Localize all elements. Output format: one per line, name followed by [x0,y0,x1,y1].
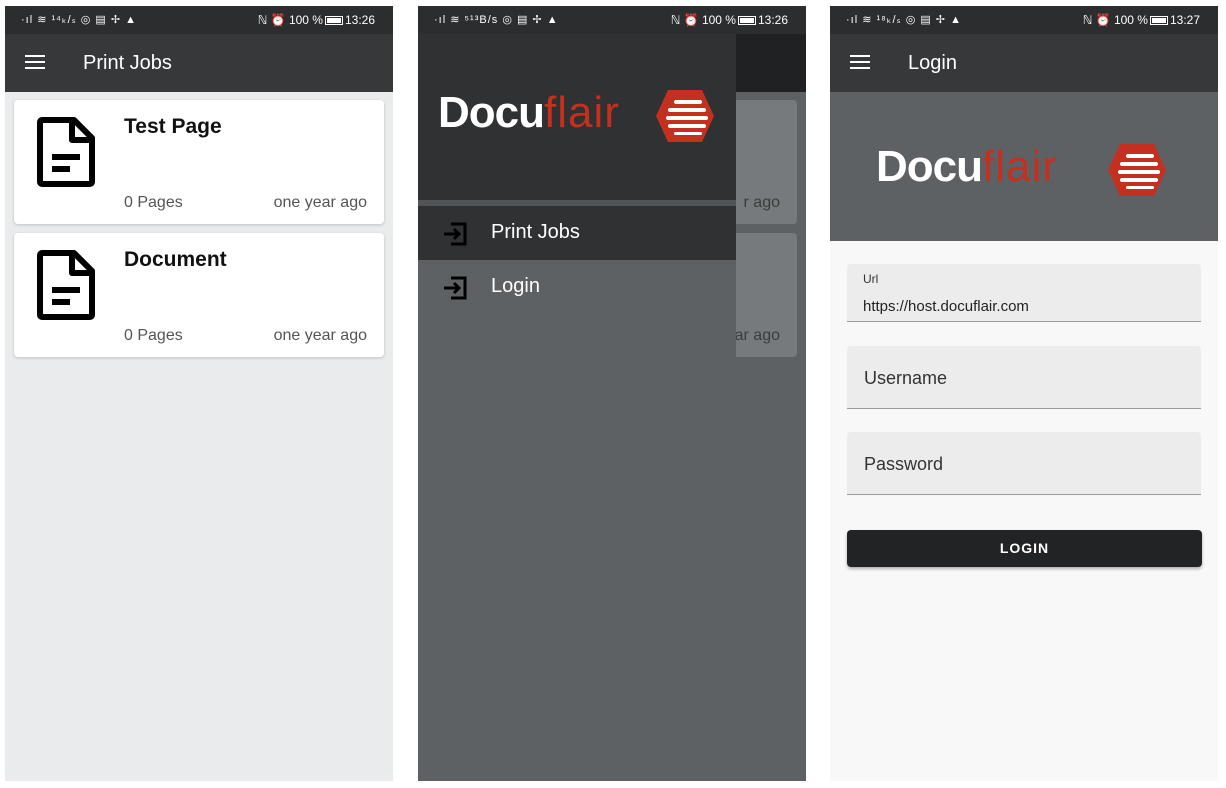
job-pages: 0 Pages [124,194,183,211]
status-right: ℕ ⏰ 100 % 13:26 [258,13,375,27]
login-arrow-icon [444,276,467,300]
login-arrow-icon [444,222,467,246]
scrim-card-time: ar ago [734,327,780,344]
status-indicators: ℕ ⏰ 100 % [1082,13,1148,27]
job-time: one year ago [273,327,367,344]
logo-text-docu: Docu [876,142,983,191]
hamburger-icon[interactable] [850,55,870,71]
status-icons: ·ıl ≋ ¹⁴ₖ/ₛ ◎ ▤ ✢ ▲ [21,14,138,26]
drawer-header: Docuflair [418,34,736,200]
battery-icon [737,16,756,25]
drawer-item-print-jobs[interactable]: Print Jobs [418,206,736,260]
print-job-card[interactable]: Test Page 0 Pages one year ago [14,100,384,224]
status-time: 13:26 [757,13,788,27]
logo-text-docu: Docu [438,88,545,137]
logo-text-flair: flair [544,88,620,137]
print-job-card[interactable]: Document 0 Pages one year ago [14,233,384,357]
status-icons: ·ıl ≋ ¹⁸ₖ/ₛ ◎ ▤ ✢ ▲ [846,14,962,26]
page-title: Print Jobs [83,52,172,74]
login-button[interactable]: LOGIN [847,530,1202,567]
page-title: Login [908,52,957,74]
docuflair-logo: Docuflair [876,142,1058,192]
job-pages: 0 Pages [124,327,183,344]
username-placeholder: Username [864,368,948,388]
document-icon [37,250,95,320]
status-bar: ·ıl ≋ ¹⁴ₖ/ₛ ◎ ▤ ✢ ▲ ℕ ⏰ 100 % 13:26 [5,6,393,34]
status-right: ℕ ⏰ 100 % 13:27 [1083,13,1200,27]
login-header: Docuflair [830,92,1218,241]
print-jobs-screen: ·ıl ≋ ¹⁴ₖ/ₛ ◎ ▤ ✢ ▲ ℕ ⏰ 100 % 13:26 Print… [5,6,393,781]
drawer-item-login[interactable]: Login [418,260,736,314]
login-screen: ·ıl ≋ ¹⁸ₖ/ₛ ◎ ▤ ✢ ▲ ℕ ⏰ 100 % 13:27 Login… [830,6,1218,781]
status-bar: ·ıl ≋ ⁵¹³B/s ◎ ▤ ✢ ▲ ℕ ⏰ 100 % 13:26 [418,6,806,34]
battery-icon [324,16,343,25]
app-bar: Login [830,34,1218,92]
logo-text-flair: flair [982,142,1058,191]
status-indicators: ℕ ⏰ 100 % [670,13,736,27]
username-field[interactable]: Username [847,346,1201,409]
status-indicators: ℕ ⏰ 100 % [257,13,323,27]
job-title: Test Page [124,115,222,138]
status-right: ℕ ⏰ 100 % 13:26 [671,13,788,27]
url-field[interactable]: Url https://host.docuflair.com [847,264,1201,322]
url-label: Url [863,272,879,286]
drawer-screen: ·ıl ≋ ⁵¹³B/s ◎ ▤ ✢ ▲ ℕ ⏰ 100 % 13:26 r ag… [418,6,806,781]
hamburger-icon[interactable] [25,55,45,71]
document-icon [37,117,95,187]
job-time: one year ago [273,194,367,211]
docuflair-logo-icon [656,90,714,142]
url-value[interactable]: https://host.docuflair.com [863,298,1029,315]
status-bar: ·ıl ≋ ¹⁸ₖ/ₛ ◎ ▤ ✢ ▲ ℕ ⏰ 100 % 13:27 [830,6,1218,34]
docuflair-logo-icon [1108,144,1166,196]
status-icons: ·ıl ≋ ⁵¹³B/s ◎ ▤ ✢ ▲ [434,14,559,26]
battery-icon [1149,16,1168,25]
password-placeholder: Password [864,454,944,474]
password-field[interactable]: Password [847,432,1201,495]
drawer-item-label: Print Jobs [491,221,580,243]
docuflair-logo: Docuflair [438,88,620,138]
scrim-card-time: r ago [743,194,780,211]
status-time: 13:26 [344,13,375,27]
app-bar: Print Jobs [5,34,393,92]
status-time: 13:27 [1169,13,1200,27]
navigation-drawer: Docuflair Print Jobs Login [418,34,736,781]
job-title: Document [124,248,227,271]
drawer-item-label: Login [491,275,540,297]
